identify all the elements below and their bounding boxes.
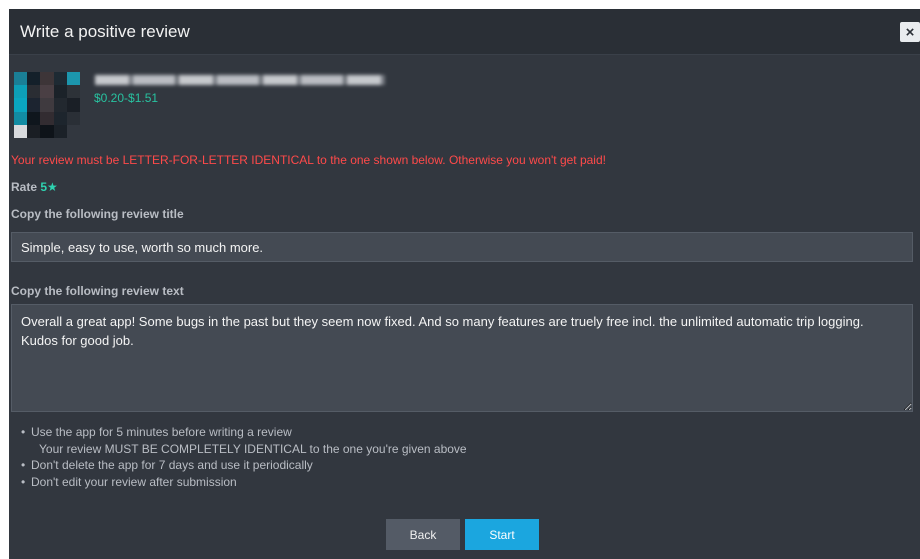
- app-icon-pixel: [14, 72, 28, 86]
- rule-text: Don't delete the app for 7 days and use …: [31, 458, 313, 472]
- app-icon-pixel: [53, 98, 67, 112]
- app-icon-pixel: [40, 98, 54, 112]
- modal-header: Write a positive review ×: [9, 9, 920, 55]
- warning-message: Your review must be LETTER-FOR-LETTER ID…: [11, 153, 606, 167]
- rating-value: 5★: [40, 180, 58, 194]
- app-icon-pixel: [66, 72, 80, 86]
- app-icon-pixel: [27, 72, 41, 86]
- app-icon-pixel: [27, 111, 41, 125]
- review-title-field[interactable]: [11, 232, 913, 262]
- close-icon: ×: [905, 23, 915, 41]
- app-icon-pixel: [14, 85, 28, 99]
- rules-list: • Use the app for 5 minutes before writi…: [21, 424, 467, 491]
- app-icon: [14, 72, 80, 138]
- rule-subtext: Your review MUST BE COMPLETELY IDENTICAL…: [31, 441, 467, 458]
- rule-item: • Use the app for 5 minutes before writi…: [21, 424, 467, 441]
- review-text-field[interactable]: Overall a great app! Some bugs in the pa…: [11, 304, 913, 412]
- app-price: $0.20-$1.51: [94, 91, 159, 105]
- app-name-blurred: [95, 75, 385, 85]
- review-title-label: Copy the following review title: [11, 207, 184, 221]
- app-icon-pixel: [66, 85, 80, 99]
- app-icon-pixel: [53, 111, 67, 125]
- app-icon-pixel: [27, 85, 41, 99]
- back-button[interactable]: Back: [386, 519, 460, 550]
- bullet-icon: •: [21, 458, 26, 472]
- start-button[interactable]: Start: [465, 519, 539, 550]
- bullet-icon: •: [21, 425, 26, 439]
- modal-title: Write a positive review: [20, 22, 190, 41]
- app-icon-pixel: [66, 124, 80, 138]
- app-icon-pixel: [40, 111, 54, 125]
- app-icon-pixel: [53, 124, 67, 138]
- app-icon-pixel: [66, 111, 80, 125]
- app-icon-pixel: [40, 124, 54, 138]
- app-icon-pixel: [27, 98, 41, 112]
- rule-text: Don't edit your review after submission: [31, 474, 237, 489]
- close-button[interactable]: ×: [900, 22, 920, 42]
- app-icon-pixel: [14, 111, 28, 125]
- bullet-icon: •: [21, 474, 26, 489]
- rule-text: Use the app for 5 minutes before writing…: [31, 425, 292, 439]
- rule-item: • Don't delete the app for 7 days and us…: [21, 457, 467, 474]
- app-icon-pixel: [53, 85, 67, 99]
- rule-item: • Don't edit your review after submissio…: [21, 474, 467, 491]
- app-icon-pixel: [27, 124, 41, 138]
- app-icon-pixel: [40, 72, 54, 86]
- rule-subtext-text: Your review MUST BE COMPLETELY IDENTICAL…: [39, 441, 467, 456]
- app-icon-pixel: [14, 98, 28, 112]
- app-icon-pixel: [40, 85, 54, 99]
- rating-label: Rate: [11, 180, 38, 194]
- app-icon-pixel: [66, 98, 80, 112]
- review-text-label: Copy the following review text: [11, 284, 184, 298]
- app-icon-pixel: [53, 72, 67, 86]
- app-icon-pixel: [14, 124, 28, 138]
- rating: Rate 5★: [11, 180, 58, 194]
